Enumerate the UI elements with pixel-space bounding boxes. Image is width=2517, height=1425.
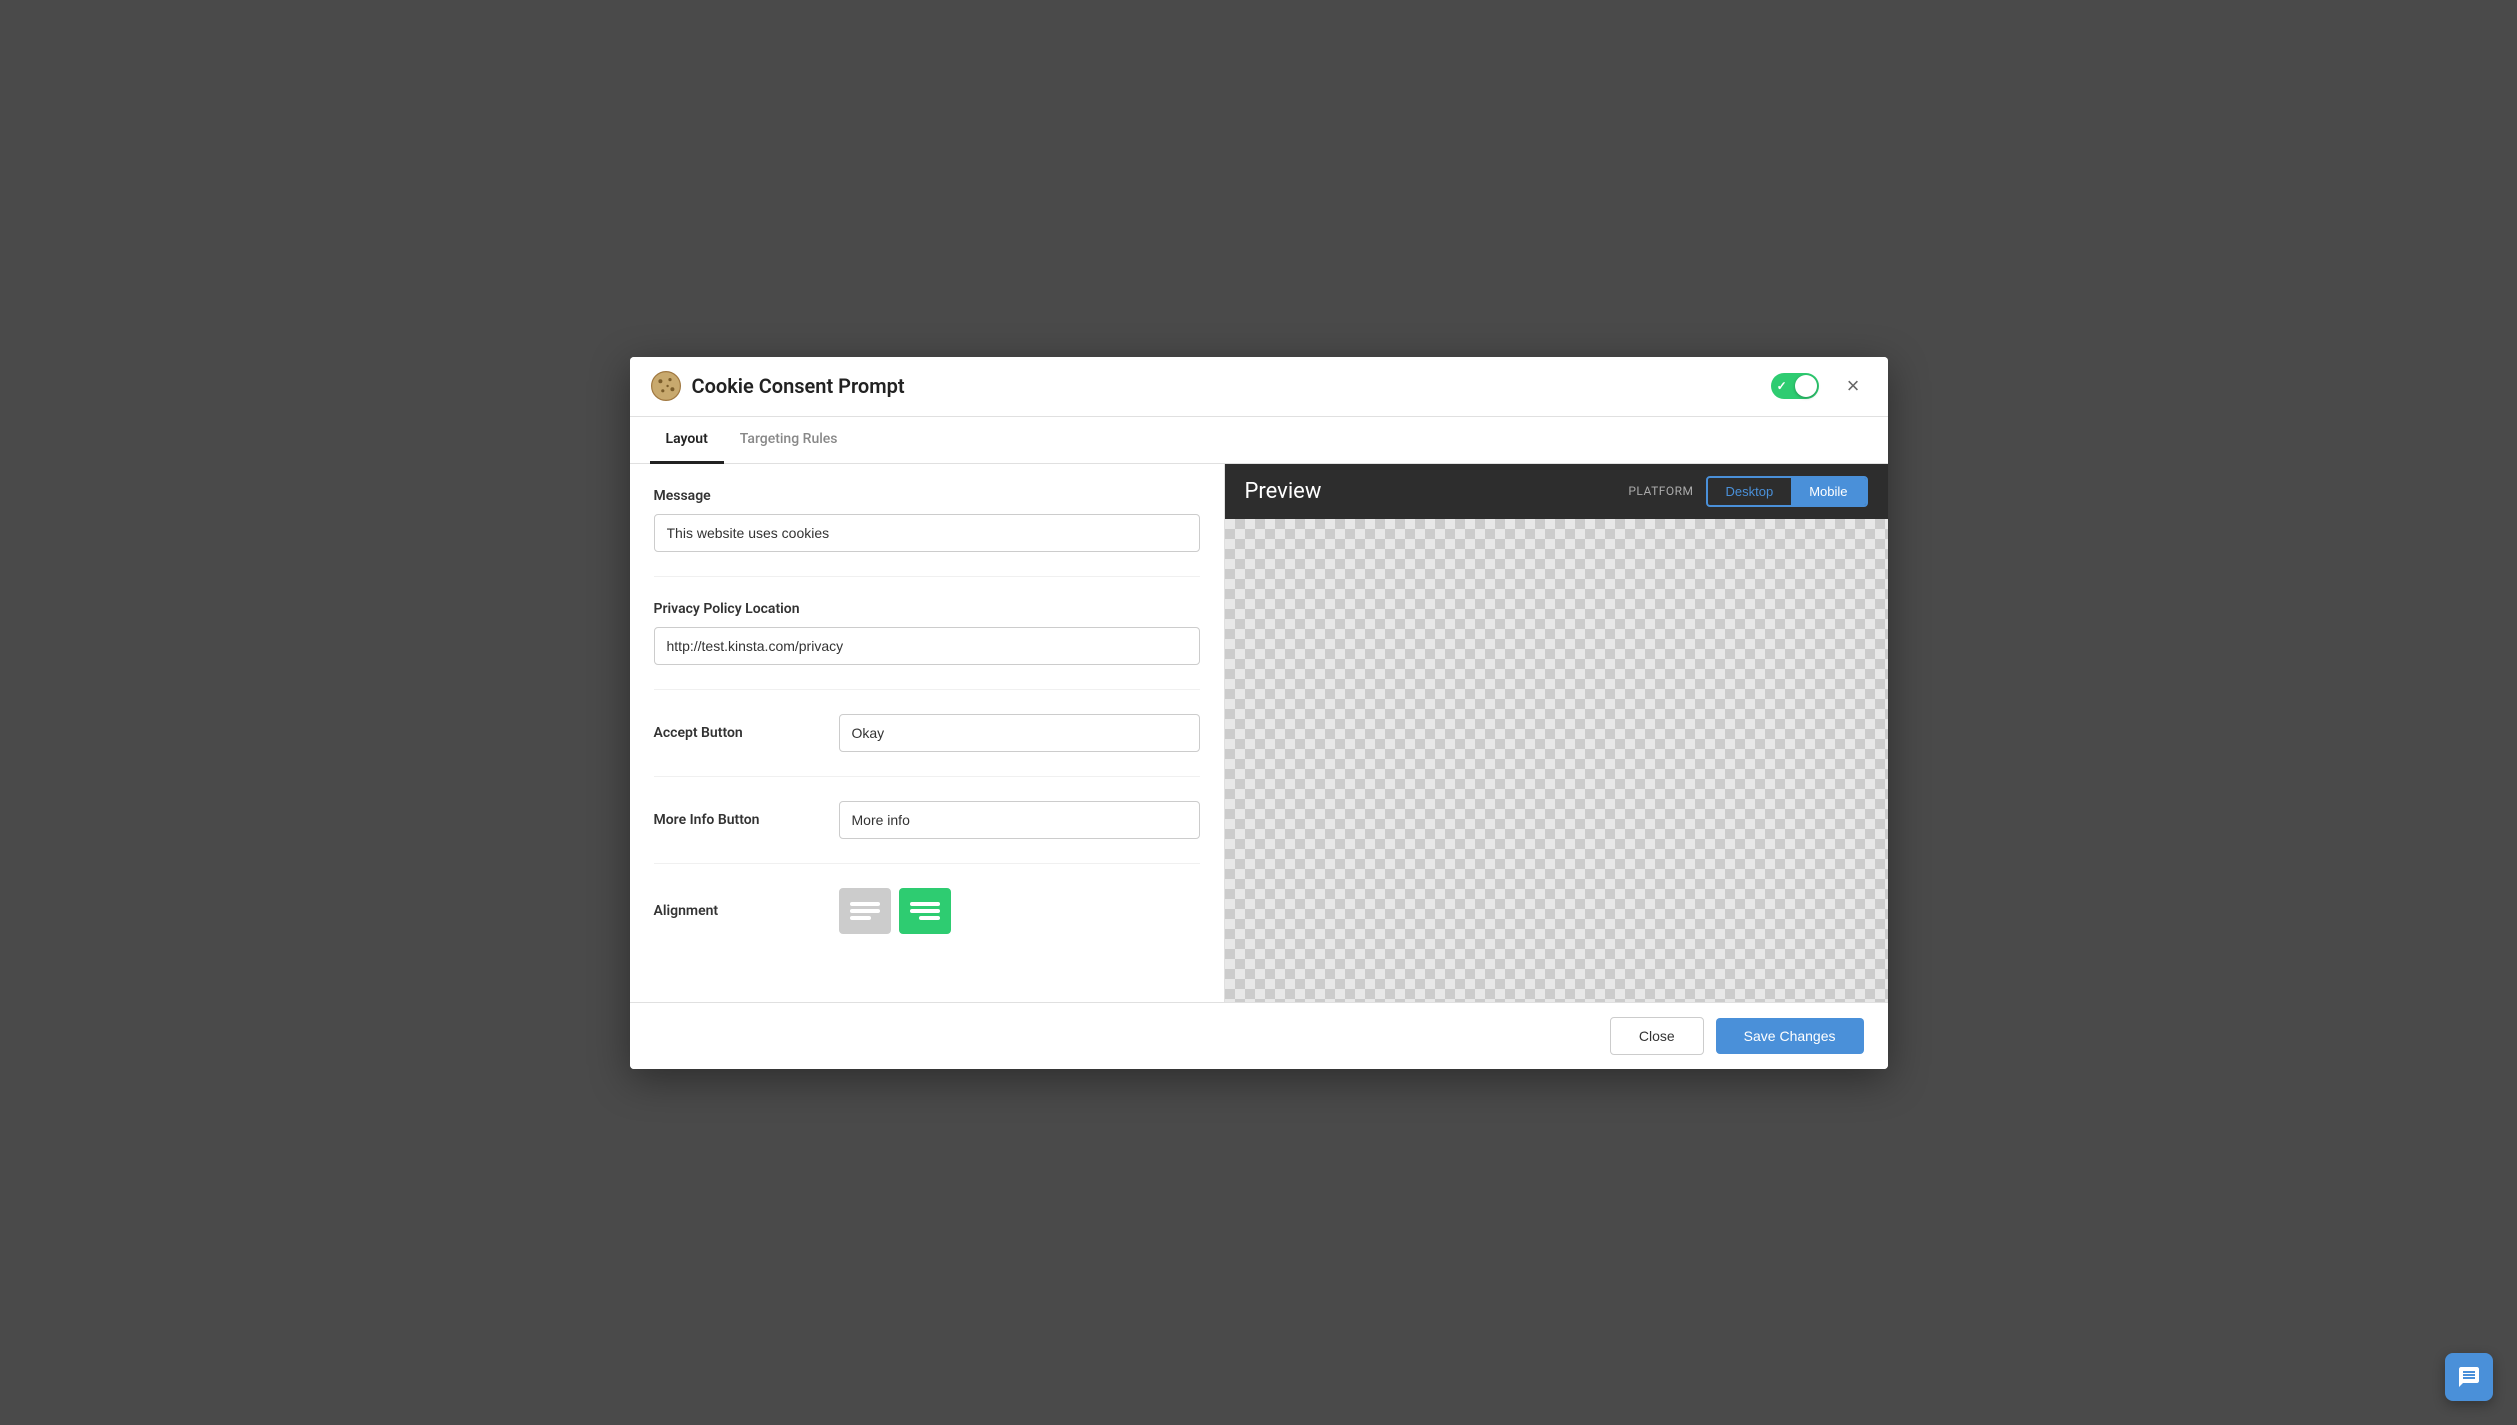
tab-bar: Layout Targeting Rules (630, 417, 1888, 464)
close-icon[interactable]: × (1839, 371, 1868, 401)
accept-button-group: Accept Button (654, 714, 1200, 777)
modal-content: Message Privacy Policy Location Accept B… (630, 464, 1888, 1002)
alignment-options (839, 888, 951, 934)
platform-label: PLATFORM (1628, 484, 1693, 498)
alignment-group: Alignment (654, 888, 1200, 934)
preview-canvas (1225, 519, 1888, 1002)
more-info-label: More Info Button (654, 812, 839, 828)
chat-icon (2457, 1365, 2481, 1389)
message-field-group: Message (654, 488, 1200, 552)
left-panel: Message Privacy Policy Location Accept B… (630, 464, 1225, 1002)
platform-buttons: Desktop Mobile (1706, 476, 1868, 507)
divider-2 (654, 689, 1200, 690)
save-changes-button[interactable]: Save Changes (1716, 1018, 1864, 1054)
more-info-input[interactable] (839, 801, 1200, 839)
modal-container: Cookie Consent Prompt ✓ × Layout Targeti… (630, 357, 1888, 1069)
cookie-icon (650, 370, 682, 402)
tab-targeting-rules[interactable]: Targeting Rules (724, 417, 854, 464)
align-right-button[interactable] (899, 888, 951, 934)
message-label: Message (654, 488, 1200, 504)
align-left-button[interactable] (839, 888, 891, 934)
privacy-input[interactable] (654, 627, 1200, 665)
modal-title: Cookie Consent Prompt (692, 374, 1771, 398)
modal-header: Cookie Consent Prompt ✓ × (630, 357, 1888, 417)
platform-section: PLATFORM Desktop Mobile (1628, 476, 1867, 507)
privacy-field-group: Privacy Policy Location (654, 601, 1200, 665)
mobile-button[interactable]: Mobile (1791, 478, 1865, 505)
close-button[interactable]: Close (1610, 1017, 1704, 1055)
alignment-label: Alignment (654, 903, 839, 919)
preview-title: Preview (1245, 479, 1322, 504)
accept-label: Accept Button (654, 725, 839, 741)
enable-toggle[interactable]: ✓ (1771, 373, 1819, 399)
preview-header: Preview PLATFORM Desktop Mobile (1225, 464, 1888, 519)
tab-layout[interactable]: Layout (650, 417, 724, 464)
privacy-label: Privacy Policy Location (654, 601, 1200, 617)
accept-input[interactable] (839, 714, 1200, 752)
modal-footer: Close Save Changes (630, 1002, 1888, 1069)
chat-widget[interactable] (2445, 1353, 2493, 1401)
more-info-button-group: More Info Button (654, 801, 1200, 864)
preview-panel: Preview PLATFORM Desktop Mobile (1225, 464, 1888, 1002)
divider-1 (654, 576, 1200, 577)
message-input[interactable] (654, 514, 1200, 552)
desktop-button[interactable]: Desktop (1708, 478, 1792, 505)
